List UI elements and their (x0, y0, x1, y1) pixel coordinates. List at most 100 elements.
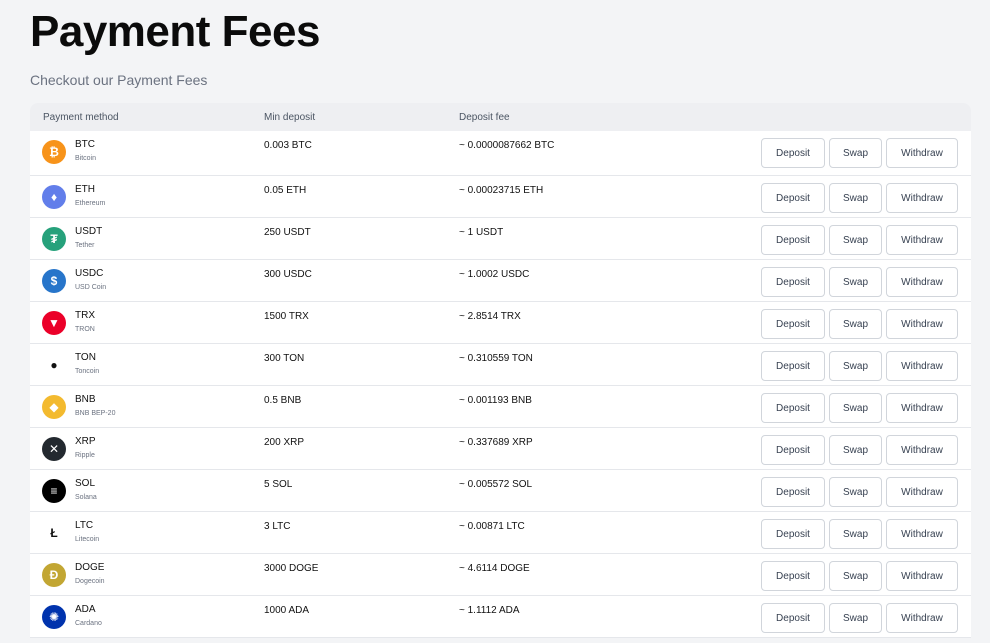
coin-symbol: XRP (75, 436, 96, 447)
swap-button[interactable]: Swap (829, 603, 882, 633)
deposit-button[interactable]: Deposit (761, 138, 825, 168)
swap-button[interactable]: Swap (829, 519, 882, 549)
table-row: ◆ BNB BNB BEP-20 0.5 BNB ~ 0.001193 BNB Depos… (30, 386, 971, 428)
swap-button[interactable]: Swap (829, 183, 882, 213)
swap-button[interactable]: Swap (829, 309, 882, 339)
swap-button[interactable]: Swap (829, 477, 882, 507)
deposit-fee-value: ~ 1.1112 ADA (459, 605, 520, 616)
cardano-icon: ✺ (42, 605, 66, 629)
min-deposit-value: 3000 DOGE (264, 563, 319, 574)
coin-symbol: USDC (75, 268, 104, 279)
page-subtitle: Checkout our Payment Fees (30, 72, 208, 88)
coin-symbol: DOGE (75, 562, 105, 573)
deposit-fee-value: ~ 4.6114 DOGE (459, 563, 530, 574)
coin-name: Toncoin (75, 368, 100, 375)
deposit-button[interactable]: Deposit (761, 393, 825, 423)
deposit-fee-value: ~ 0.00871 LTC (459, 521, 525, 532)
table-row: ₮ USDT Tether 250 USDT ~ 1 USDT Deposit Swap Wi… (30, 218, 971, 260)
withdraw-button[interactable]: Withdraw (886, 267, 958, 297)
deposit-button[interactable]: Deposit (761, 183, 825, 213)
withdraw-button[interactable]: Withdraw (886, 477, 958, 507)
swap-button[interactable]: Swap (829, 267, 882, 297)
withdraw-button[interactable]: Withdraw (886, 561, 958, 591)
table-header: Payment method Min deposit Deposit fee (30, 103, 971, 131)
withdraw-button[interactable]: Withdraw (886, 351, 958, 381)
withdraw-button[interactable]: Withdraw (886, 519, 958, 549)
deposit-button[interactable]: Deposit (761, 351, 825, 381)
min-deposit-value: 3 LTC (264, 521, 291, 532)
withdraw-button[interactable]: Withdraw (886, 183, 958, 213)
coin-symbol: ADA (75, 604, 96, 615)
payment-fees-table: Payment method Min deposit Deposit fee ₿… (30, 103, 971, 638)
coin-name: Ethereum (75, 200, 106, 207)
deposit-fee-value: ~ 0.00023715 ETH (459, 185, 544, 196)
coin-name: Solana (75, 494, 97, 501)
min-deposit-value: 300 TON (264, 353, 305, 364)
table-row: ♦ ETH Ethereum 0.05 ETH ~ 0.00023715 ETH Depo… (30, 176, 971, 218)
min-deposit-value: 0.003 BTC (264, 140, 312, 151)
coin-symbol: LTC (75, 520, 94, 531)
min-deposit-value: 200 XRP (264, 437, 305, 448)
deposit-fee-value: ~ 1.0002 USDC (459, 269, 530, 280)
swap-button[interactable]: Swap (829, 435, 882, 465)
litecoin-icon: Ł (42, 521, 66, 545)
deposit-fee-value: ~ 0.337689 XRP (459, 437, 533, 448)
table-row: ✕ XRP Ripple 200 XRP ~ 0.337689 XRP Deposit Sw… (30, 428, 971, 470)
deposit-button[interactable]: Deposit (761, 267, 825, 297)
deposit-button[interactable]: Deposit (761, 225, 825, 255)
coin-symbol: USDT (75, 226, 103, 237)
page-title: Payment Fees (30, 7, 320, 56)
coin-name: Litecoin (75, 536, 100, 543)
min-deposit-value: 1000 ADA (264, 605, 310, 616)
coin-name: Dogecoin (75, 578, 105, 585)
coin-name: Bitcoin (75, 155, 97, 162)
deposit-button[interactable]: Deposit (761, 435, 825, 465)
deposit-button[interactable]: Deposit (761, 477, 825, 507)
swap-button[interactable]: Swap (829, 138, 882, 168)
min-deposit-value: 300 USDC (264, 269, 312, 280)
tether-icon: ₮ (42, 227, 66, 251)
coin-symbol: TON (75, 352, 96, 363)
deposit-button[interactable]: Deposit (761, 603, 825, 633)
withdraw-button[interactable]: Withdraw (886, 138, 958, 168)
min-deposit-value: 0.05 ETH (264, 185, 307, 196)
withdraw-button[interactable]: Withdraw (886, 225, 958, 255)
coin-symbol: TRX (75, 310, 95, 321)
table-body: ₿ BTC Bitcoin 0.003 BTC ~ 0.0000087662 BTC De… (30, 131, 971, 638)
swap-button[interactable]: Swap (829, 225, 882, 255)
deposit-fee-value: ~ 2.8514 TRX (459, 311, 521, 322)
deposit-button[interactable]: Deposit (761, 309, 825, 339)
withdraw-button[interactable]: Withdraw (886, 309, 958, 339)
deposit-button[interactable]: Deposit (761, 561, 825, 591)
coin-name: USD Coin (75, 284, 107, 291)
deposit-fee-value: ~ 1 USDT (459, 227, 504, 238)
withdraw-button[interactable]: Withdraw (886, 435, 958, 465)
swap-button[interactable]: Swap (829, 561, 882, 591)
deposit-fee-value: ~ 0.0000087662 BTC (459, 140, 555, 151)
coin-symbol: SOL (75, 478, 96, 489)
ethereum-icon: ♦ (42, 185, 66, 209)
swap-button[interactable]: Swap (829, 393, 882, 423)
deposit-button[interactable]: Deposit (761, 519, 825, 549)
min-deposit-value: 5 SOL (264, 479, 293, 490)
table-row: ≡ SOL Solana 5 SOL ~ 0.005572 SOL Deposit Swap… (30, 470, 971, 512)
withdraw-button[interactable]: Withdraw (886, 393, 958, 423)
withdraw-button[interactable]: Withdraw (886, 603, 958, 633)
coin-name: Tether (75, 242, 95, 249)
toncoin-icon: ● (42, 353, 66, 377)
coin-name: BNB BEP-20 (75, 410, 116, 417)
min-deposit-value: 250 USDT (264, 227, 311, 238)
table-row: $ USDC USD Coin 300 USDC ~ 1.0002 USDC Deposi… (30, 260, 971, 302)
bitcoin-icon: ₿ (42, 140, 66, 164)
table-row: ▼ TRX TRON 1500 TRX ~ 2.8514 TRX Deposit Swap W… (30, 302, 971, 344)
min-deposit-value: 1500 TRX (264, 311, 309, 322)
coin-symbol: BTC (75, 139, 95, 150)
coin-name: Cardano (75, 620, 102, 627)
table-row: Ł LTC Litecoin 3 LTC ~ 0.00871 LTC Deposit Swa… (30, 512, 971, 554)
coin-name: TRON (75, 326, 95, 333)
xrp-icon: ✕ (42, 437, 66, 461)
solana-icon: ≡ (42, 479, 66, 503)
usd-coin-icon: $ (42, 269, 66, 293)
column-header-payment-method: Payment method (43, 112, 119, 123)
swap-button[interactable]: Swap (829, 351, 882, 381)
